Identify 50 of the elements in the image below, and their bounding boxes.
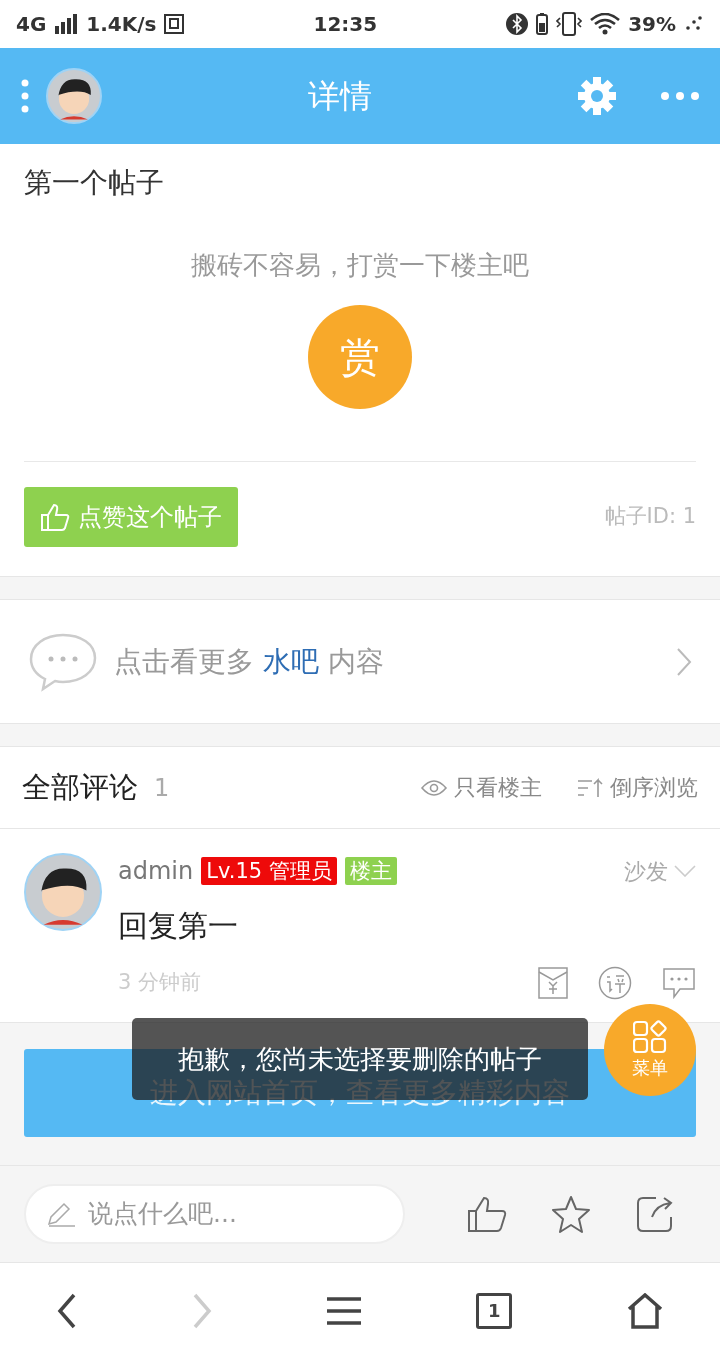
comment-icon[interactable] <box>662 967 696 999</box>
tabs-button[interactable]: 1 <box>476 1292 513 1329</box>
comment-count: 1 <box>154 772 171 804</box>
section-title: 全部评论 <box>22 768 138 806</box>
menu-icon[interactable] <box>325 1295 362 1326</box>
chat-bubble-icon <box>28 631 98 692</box>
network-label: 4G <box>16 11 47 38</box>
battery-label: 39% <box>628 11 676 38</box>
more-icon[interactable] <box>660 91 700 101</box>
author-tag: 楼主 <box>344 857 397 885</box>
thumbs-up-icon <box>40 502 70 532</box>
floor-dropdown[interactable]: 沙发 <box>624 854 696 888</box>
back-icon[interactable] <box>57 1292 78 1329</box>
author-name[interactable]: admin <box>118 853 194 889</box>
more-vertical-icon[interactable] <box>20 79 30 113</box>
signal-icon <box>54 14 79 34</box>
reward-prompt: 搬砖不容易，打赏一下楼主吧 <box>191 250 529 280</box>
post-id: 帖子ID: 1 <box>604 503 696 531</box>
reverse-order-filter[interactable]: 倒序浏览 <box>576 771 698 804</box>
share-icon[interactable] <box>635 1195 674 1233</box>
time-label: 12:35 <box>313 12 378 36</box>
notification-icon <box>164 14 185 34</box>
envelope-icon[interactable] <box>538 967 568 999</box>
bluetooth-icon <box>506 13 529 35</box>
comment-input[interactable]: 说点什么吧... <box>86 1194 336 1234</box>
vibrate-icon <box>556 12 583 36</box>
post-title: 第一个帖子 <box>24 166 164 199</box>
level-tag: Lv.15 管理员 <box>201 857 337 885</box>
home-icon[interactable] <box>626 1292 663 1329</box>
chevron-down-icon <box>674 865 696 877</box>
comment-text: 回复第一 <box>118 908 238 943</box>
thumbs-up-icon[interactable] <box>467 1195 508 1233</box>
wifi-icon <box>590 13 621 35</box>
page-title: 详情 <box>308 77 372 115</box>
eye-icon <box>420 778 448 797</box>
toast-message: 抱歉，您尚未选择要删除的帖子 <box>178 1044 542 1074</box>
sort-icon <box>576 776 604 799</box>
chevron-right-icon[interactable] <box>676 646 692 677</box>
avatar <box>46 68 102 124</box>
speed-label: 1.4K/s <box>86 11 157 38</box>
comment-field[interactable]: 说点什么吧... <box>24 1184 405 1244</box>
settings-icon[interactable] <box>578 77 616 115</box>
pencil-icon <box>46 1200 76 1228</box>
star-icon[interactable] <box>551 1195 592 1233</box>
like-button[interactable]: 点赞这个帖子 <box>24 487 238 547</box>
reward-button[interactable]: 赏 <box>308 305 412 409</box>
author-only-filter[interactable]: 只看楼主 <box>420 771 542 804</box>
rate-icon[interactable] <box>598 966 632 1000</box>
grid-icon <box>633 1019 667 1054</box>
battery-icon <box>536 13 549 35</box>
